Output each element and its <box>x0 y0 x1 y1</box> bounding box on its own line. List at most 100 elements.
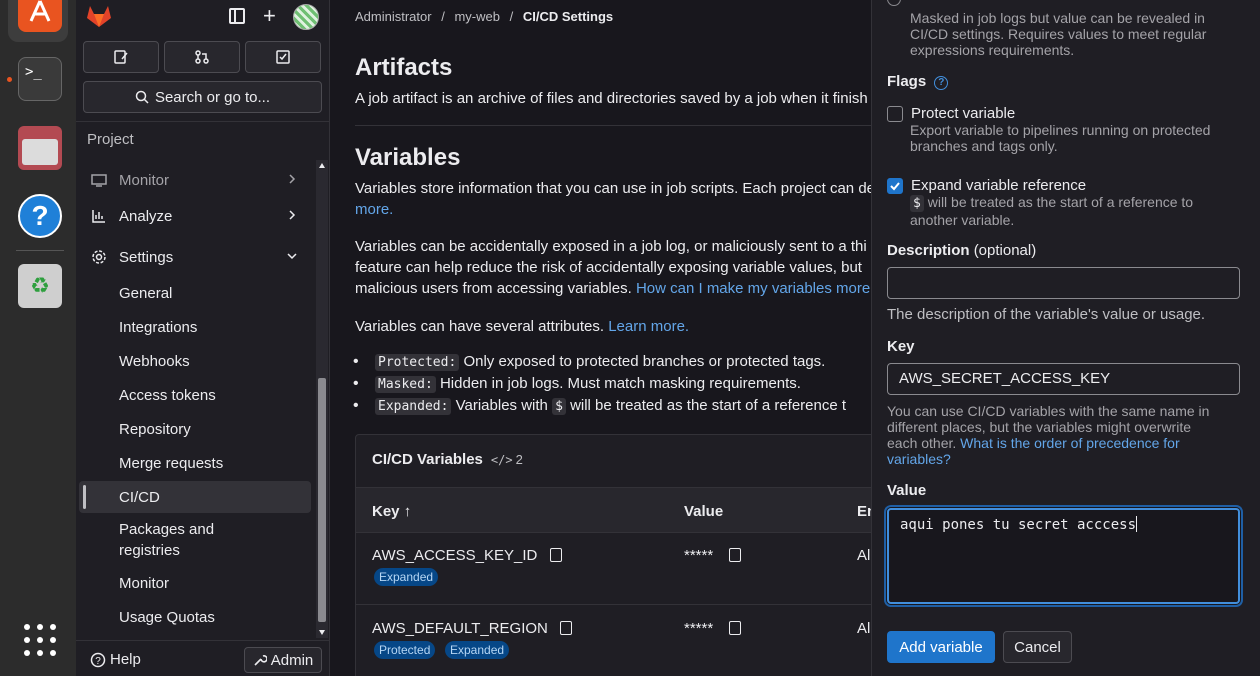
bullet-text: will be treated as the start of a refere… <box>570 397 847 414</box>
card-title: CI/CD Variables <box>372 451 483 468</box>
protect-description-line: branches and tags only. <box>910 138 1058 154</box>
sidebar-item-integrations[interactable]: Integrations <box>79 311 311 343</box>
key-help-line: different places, but the variables migh… <box>887 419 1192 435</box>
key-label: Key <box>887 338 915 355</box>
cancel-button[interactable]: Cancel <box>1003 631 1072 663</box>
monitor-icon <box>91 174 107 187</box>
copy-icon[interactable] <box>729 548 742 562</box>
expand-variable-checkbox[interactable] <box>887 178 903 194</box>
sidebar-item-label: Monitor <box>119 171 170 189</box>
create-new-icon[interactable]: + <box>263 5 276 27</box>
scroll-down-icon[interactable] <box>319 630 325 635</box>
copy-icon[interactable] <box>729 621 742 635</box>
key-help-line: You can use CI/CD variables with the sam… <box>887 403 1210 419</box>
sidebar-item-webhooks[interactable]: Webhooks <box>79 345 311 377</box>
key-input[interactable]: AWS_SECRET_ACCESS_KEY <box>887 363 1240 395</box>
variables-description-text: Variables store information that you can… <box>355 180 871 197</box>
copy-icon[interactable] <box>549 548 562 562</box>
sidebar-item-label: Repository <box>119 420 191 438</box>
help-button[interactable]: ? Help <box>90 651 141 668</box>
flags-label: Flags ? <box>887 73 949 90</box>
exposure-line: malicious users from accessing variables… <box>355 280 632 297</box>
gitlab-logo-icon[interactable] <box>86 4 112 33</box>
sidebar-item-monitor[interactable]: Monitor <box>79 164 311 196</box>
search-button[interactable]: Search or go to... <box>83 81 322 113</box>
software-center-icon[interactable] <box>18 0 62 32</box>
value-textarea[interactable]: aqui pones tu secret acccess <box>887 508 1240 604</box>
sidebar-item-label-line1: Packages and <box>119 521 215 538</box>
sidebar-scrollbar[interactable] <box>316 160 328 638</box>
sidebar-item-packages-registries[interactable]: Packages and registries <box>79 515 311 559</box>
sidebar-item-label-line2: registries <box>119 542 180 559</box>
scrollbar-thumb[interactable] <box>318 378 326 622</box>
column-header-key[interactable]: Key ↑ <box>372 503 411 520</box>
sidebar-item-repository[interactable]: Repository <box>79 413 311 445</box>
masked-radio[interactable] <box>887 0 901 6</box>
trash-icon[interactable]: ♻ <box>18 264 62 308</box>
merge-requests-button[interactable] <box>164 41 240 73</box>
admin-label: Admin <box>270 651 314 669</box>
avatar[interactable] <box>293 4 319 30</box>
section-label: Project <box>87 131 134 148</box>
column-header-environments: En <box>857 503 871 520</box>
precedence-link[interactable]: variables? <box>887 451 951 467</box>
chevron-right-icon <box>289 174 296 184</box>
protect-variable-checkbox[interactable] <box>887 106 903 122</box>
protect-variable-label[interactable]: Protect variable <box>911 105 1015 122</box>
admin-button[interactable]: Admin <box>244 647 322 673</box>
sidebar-item-cicd[interactable]: CI/CD <box>79 481 311 513</box>
todo-button[interactable] <box>245 41 321 73</box>
app-grid-icon[interactable] <box>24 624 56 656</box>
section-divider <box>355 125 871 126</box>
code-chip: Protected: <box>375 354 460 371</box>
breadcrumb-item[interactable]: my-web <box>454 9 500 24</box>
files-icon[interactable] <box>18 126 62 170</box>
breadcrumb-item[interactable]: Administrator <box>355 9 432 24</box>
expand-variable-label[interactable]: Expand variable reference <box>911 177 1086 194</box>
sort-arrow-icon: ↑ <box>403 503 412 520</box>
issues-icon <box>114 50 128 64</box>
exposure-line: feature can help reduce the risk of acci… <box>355 259 862 276</box>
variable-environment: Al <box>857 547 871 564</box>
artifacts-heading: Artifacts <box>355 54 453 81</box>
expand-description-line: another variable. <box>910 212 1015 228</box>
attributes-learn-more-link[interactable]: Learn more. <box>608 318 689 335</box>
precedence-link[interactable]: What is the order of precedence for <box>960 435 1179 451</box>
code-icon: </> <box>490 452 513 467</box>
variable-value-text: ***** <box>684 547 714 564</box>
expanded-badge: Expanded <box>445 641 510 659</box>
issues-button[interactable] <box>83 41 159 73</box>
breadcrumb-current[interactable]: CI/CD Settings <box>523 9 613 24</box>
question-circle-icon[interactable]: ? <box>934 76 949 90</box>
sidebar-item-general[interactable]: General <box>79 277 311 309</box>
gitlab-sidebar: + Search or go to... Project Monitor Ana… <box>76 0 330 676</box>
learn-more-link[interactable]: more. <box>355 201 393 218</box>
description-input[interactable] <box>887 267 1240 299</box>
sidebar-item-analyze[interactable]: Analyze <box>79 200 311 232</box>
add-variable-button[interactable]: Add variable <box>887 631 995 663</box>
breadcrumb: Administrator / my-web / CI/CD Settings <box>355 9 613 24</box>
help-icon[interactable]: ? <box>18 194 62 238</box>
toggle-sidebar-icon[interactable] <box>229 8 245 24</box>
masked-description-line: CI/CD settings. Requires values to meet … <box>910 26 1207 42</box>
expand-variable-description: $ will be treated as the start of a refe… <box>910 194 1250 228</box>
sidebar-item-access-tokens[interactable]: Access tokens <box>79 379 311 411</box>
terminal-icon[interactable]: >_ <box>18 57 62 101</box>
sidebar-item-settings[interactable]: Settings <box>79 241 311 273</box>
scroll-up-icon[interactable] <box>319 163 325 168</box>
variable-value: ***** <box>684 547 742 564</box>
sidebar-item-usage-quotas[interactable]: Usage Quotas <box>79 601 311 633</box>
sidebar-item-monitor-settings[interactable]: Monitor <box>79 567 311 599</box>
artifacts-description: A job artifact is an archive of files an… <box>355 90 868 107</box>
variable-key: AWS_DEFAULT_REGION <box>372 620 573 637</box>
sidebar-item-merge-requests[interactable]: Merge requests <box>79 447 311 479</box>
variables-heading: Variables <box>355 144 461 171</box>
wrench-icon <box>254 655 267 666</box>
variable-key-text: AWS_DEFAULT_REGION <box>372 620 548 637</box>
text-cursor <box>1136 516 1138 532</box>
secure-variables-link[interactable]: How can I make my variables more <box>636 280 870 297</box>
dock-separator <box>16 250 64 251</box>
table-row: AWS_DEFAULT_REGION ***** Al Protected Ex… <box>356 606 871 676</box>
protected-badge: Protected <box>374 641 436 659</box>
copy-icon[interactable] <box>560 621 573 635</box>
